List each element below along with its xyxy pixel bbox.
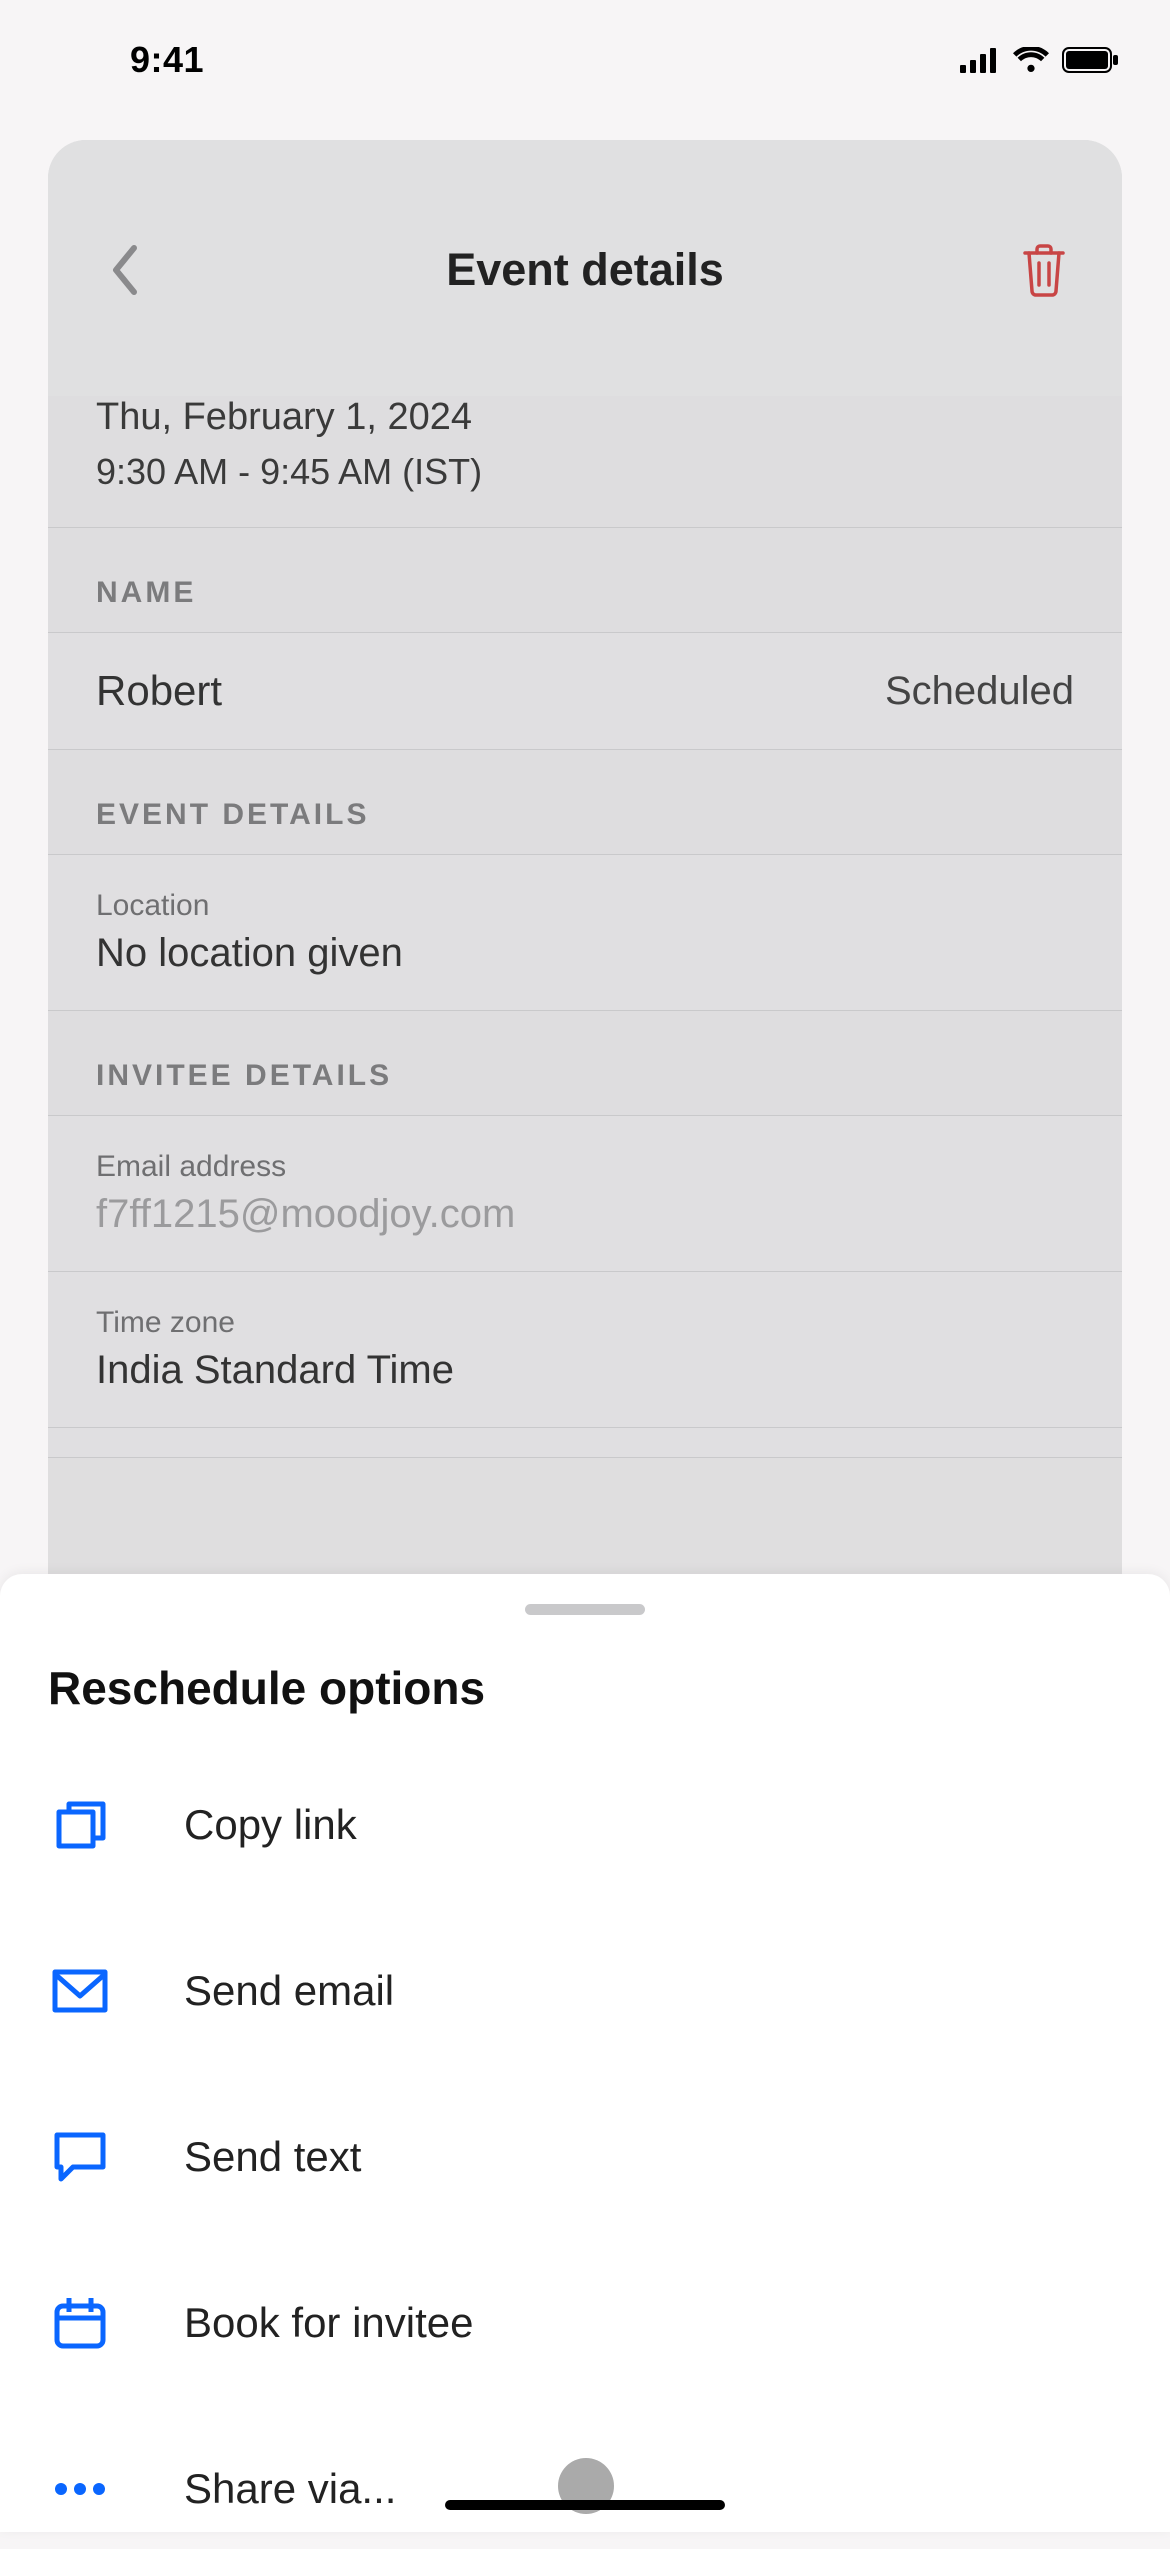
email-row[interactable]: Email address f7ff1215@moodjoy.com — [48, 1116, 1122, 1272]
name-row[interactable]: Robert Scheduled — [48, 633, 1122, 750]
event-datetime: Thu, February 1, 2024 9:30 AM - 9:45 AM … — [48, 396, 1122, 528]
email-value: f7ff1215@moodjoy.com — [96, 1192, 1074, 1237]
event-time: 9:30 AM - 9:45 AM (IST) — [96, 451, 1074, 493]
timezone-value: India Standard Time — [96, 1348, 1074, 1393]
trash-icon — [1021, 243, 1067, 297]
modal-content[interactable]: Thu, February 1, 2024 9:30 AM - 9:45 AM … — [48, 396, 1122, 1458]
modal-title: Event details — [446, 244, 724, 296]
option-book-for-invitee-label: Book for invitee — [184, 2299, 474, 2347]
sheet-title: Reschedule options — [48, 1661, 1122, 1715]
event-details-modal: Event details Thu, February 1, 2024 9:30… — [48, 140, 1122, 1580]
option-share-via-label: Share via... — [184, 2465, 396, 2513]
reschedule-sheet[interactable]: Reschedule options Copy link Send email … — [0, 1574, 1170, 2532]
status-bar: 9:41 — [0, 0, 1170, 120]
event-status: Scheduled — [885, 669, 1074, 714]
timezone-row[interactable]: Time zone India Standard Time — [48, 1272, 1122, 1428]
email-icon — [48, 1959, 112, 2023]
location-row[interactable]: Location No location given — [48, 855, 1122, 1011]
partial-row — [48, 1428, 1122, 1458]
section-header-invitee-details: INVITEE DETAILS — [48, 1011, 1122, 1116]
option-copy-link-label: Copy link — [184, 1801, 357, 1849]
option-send-text[interactable]: Send text — [48, 2097, 1122, 2217]
invitee-name: Robert — [96, 667, 222, 715]
copy-icon — [48, 1793, 112, 1857]
location-value: No location given — [96, 931, 1074, 976]
chat-icon — [48, 2125, 112, 2189]
battery-icon — [1062, 47, 1120, 73]
home-indicator[interactable] — [445, 2500, 725, 2510]
back-button[interactable] — [96, 240, 156, 300]
event-date: Thu, February 1, 2024 — [96, 396, 1074, 439]
wifi-icon — [1012, 47, 1050, 73]
section-header-event-details: EVENT DETAILS — [48, 750, 1122, 855]
sheet-grabber[interactable] — [525, 1604, 645, 1615]
option-book-for-invitee[interactable]: Book for invitee — [48, 2263, 1122, 2383]
option-send-email[interactable]: Send email — [48, 1931, 1122, 2051]
email-label: Email address — [96, 1150, 1074, 1184]
timezone-label: Time zone — [96, 1306, 1074, 1340]
calendar-icon — [48, 2291, 112, 2355]
cellular-signal-icon — [960, 47, 1000, 73]
modal-header: Event details — [48, 140, 1122, 400]
delete-button[interactable] — [1014, 240, 1074, 300]
status-indicators — [960, 47, 1120, 73]
option-send-text-label: Send text — [184, 2133, 361, 2181]
location-label: Location — [96, 889, 1074, 923]
option-copy-link[interactable]: Copy link — [48, 1765, 1122, 1885]
more-icon — [48, 2457, 112, 2521]
status-time: 9:41 — [130, 39, 204, 81]
chevron-left-icon — [108, 244, 144, 296]
option-send-email-label: Send email — [184, 1967, 394, 2015]
section-header-name: NAME — [48, 528, 1122, 633]
